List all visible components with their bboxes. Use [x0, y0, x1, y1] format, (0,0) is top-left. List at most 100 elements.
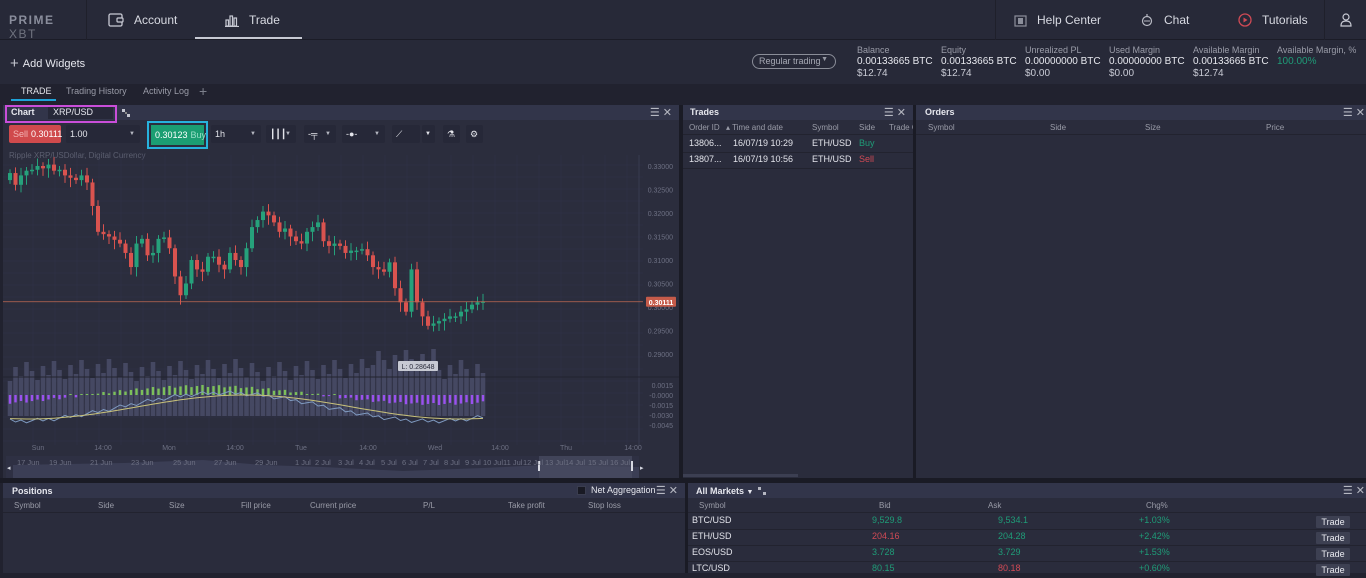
user-menu[interactable]: [1340, 0, 1362, 40]
candle-up: [244, 248, 249, 268]
nav-chat[interactable]: Chat: [1140, 0, 1189, 40]
macd-histogram-bar: [355, 395, 358, 401]
tab-trading-history[interactable]: Trading History: [66, 86, 127, 96]
menu-icon[interactable]: ☰: [1343, 107, 1356, 119]
nav-trade-label: Trade: [249, 13, 280, 27]
macd-histogram-bar: [278, 390, 281, 395]
candle-up: [332, 243, 337, 246]
macd-histogram-bar: [135, 388, 138, 395]
add-tab-button[interactable]: +: [199, 83, 207, 99]
close-icon[interactable]: ✕: [1356, 485, 1366, 497]
candle-down: [96, 205, 100, 232]
candle-down: [288, 228, 293, 237]
macd-histogram-bar: [289, 392, 292, 395]
candle-up: [409, 269, 414, 312]
market-trade-button[interactable]: Trade: [1316, 548, 1350, 560]
interval-select[interactable]: 1h ▼: [211, 125, 261, 143]
column-header[interactable]: Stop loss: [588, 501, 621, 510]
indicators-button[interactable]: -╤ ▼: [304, 125, 336, 143]
horizontal-scrollbar[interactable]: [683, 474, 798, 477]
chart-type-button[interactable]: ┃┃┃ ▼: [266, 125, 296, 143]
draw-line-button[interactable]: ⟋: [392, 125, 420, 143]
add-widgets-button[interactable]: + Add Widgets: [10, 55, 85, 72]
nav-help-center[interactable]: Help Center: [1014, 0, 1101, 40]
link-icon[interactable]: [121, 108, 131, 118]
menu-icon[interactable]: ☰: [1343, 485, 1356, 497]
tab-trade[interactable]: TRADE: [21, 86, 52, 96]
macd-histogram-bar: [69, 394, 72, 395]
price-axis-label: 0.32000: [648, 211, 673, 218]
column-header[interactable]: Symbol: [812, 123, 839, 132]
macd-histogram-bar: [201, 385, 204, 395]
column-header[interactable]: Side: [859, 123, 875, 132]
market-trade-button[interactable]: Trade: [1316, 532, 1350, 544]
column-header[interactable]: Current price: [310, 501, 356, 510]
time-axis-label: Tue: [295, 445, 307, 452]
column-header[interactable]: Fill price: [241, 501, 271, 510]
macd-histogram-bar: [382, 395, 386, 401]
buy-button[interactable]: 0.30123 Buy: [151, 125, 206, 145]
column-header[interactable]: Side: [1050, 123, 1066, 132]
column-header[interactable]: Symbol: [928, 123, 955, 132]
column-header[interactable]: Ask: [988, 501, 1001, 510]
column-header[interactable]: Take profit: [508, 501, 545, 510]
column-header[interactable]: Size: [169, 501, 185, 510]
macd-histogram-bar: [305, 394, 309, 395]
positions-header: Positions Net Aggregation ☰✕: [3, 483, 685, 498]
trade-side: Buy: [859, 138, 875, 148]
close-icon[interactable]: ✕: [663, 107, 675, 119]
menu-icon[interactable]: ☰: [650, 107, 663, 119]
column-header[interactable]: Symbol: [699, 501, 726, 510]
macd-histogram-bar: [415, 395, 419, 403]
column-header[interactable]: Side: [98, 501, 114, 510]
macd-histogram-bar: [437, 395, 441, 405]
chart-widget: Chart XRP/USD ☰✕ Sell 0.30111 1.00 ▼ 0.301…: [3, 105, 679, 478]
nav-account[interactable]: Account: [108, 0, 177, 40]
chevron-down-icon: ▼: [374, 131, 380, 137]
net-aggregation-checkbox[interactable]: [577, 486, 586, 495]
candle-up: [35, 166, 40, 170]
close-icon[interactable]: ✕: [1356, 107, 1366, 119]
close-icon[interactable]: ✕: [669, 485, 681, 497]
net-aggregation-label[interactable]: Net Aggregation: [591, 485, 656, 495]
divider: [1324, 0, 1325, 40]
market-trade-button[interactable]: Trade: [1316, 516, 1350, 528]
caret-down-icon: ▼: [746, 489, 754, 496]
market-symbol: LTC/USD: [692, 563, 730, 573]
volume-bar: [381, 360, 387, 416]
column-header[interactable]: Symbol: [14, 501, 41, 510]
add-widgets-label: Add Widgets: [22, 57, 86, 70]
sell-button[interactable]: Sell 0.30111: [9, 125, 62, 143]
price-chart[interactable]: 0.33000 0.32500 0.32000 0.31500 0.31000 0.305…: [3, 145, 679, 478]
studies-button[interactable]: ⚗: [443, 125, 460, 143]
candle-down: [200, 269, 205, 272]
market-trade-button[interactable]: Trade: [1316, 564, 1350, 576]
timeline-button[interactable]: -●- ▼: [342, 125, 385, 143]
column-header[interactable]: Chg%: [1146, 501, 1168, 510]
chart-settings-button[interactable]: ⚙: [466, 125, 483, 143]
column-header[interactable]: Order ID: [689, 123, 720, 132]
trading-mode-select[interactable]: Regular trading ▼: [752, 54, 836, 69]
menu-icon[interactable]: ☰: [656, 485, 669, 497]
navigator-date-label: 29 Jun: [255, 458, 278, 467]
quantity-select[interactable]: 1.00 ▼: [66, 125, 140, 143]
menu-icon[interactable]: ☰: [884, 107, 897, 119]
chevron-down-icon: ▼: [250, 131, 256, 137]
nav-tutorials[interactable]: Tutorials: [1238, 0, 1308, 40]
close-icon[interactable]: ✕: [897, 107, 909, 119]
column-header[interactable]: Price: [1266, 123, 1284, 132]
markets-selector[interactable]: All Markets ▼: [696, 486, 753, 496]
tab-activity-log[interactable]: Activity Log: [143, 86, 189, 96]
column-header[interactable]: Trade C: [889, 123, 913, 132]
link-icon[interactable]: [758, 487, 766, 495]
nav-trade[interactable]: Trade: [195, 0, 302, 40]
volume-bar: [376, 351, 381, 416]
volume-bar: [387, 369, 392, 416]
logo[interactable]: PRIME XBT: [0, 0, 87, 41]
column-header[interactable]: Bid: [879, 501, 891, 510]
draw-line-dropdown[interactable]: ▼: [422, 125, 435, 143]
column-header-sorted[interactable]: ▴ Time and date: [726, 123, 783, 132]
column-header[interactable]: Size: [1145, 123, 1161, 132]
column-header[interactable]: P/L: [423, 501, 435, 510]
trades-widget: Trades ☰✕ Order ID ▴ Time and date Symbo…: [683, 105, 913, 478]
